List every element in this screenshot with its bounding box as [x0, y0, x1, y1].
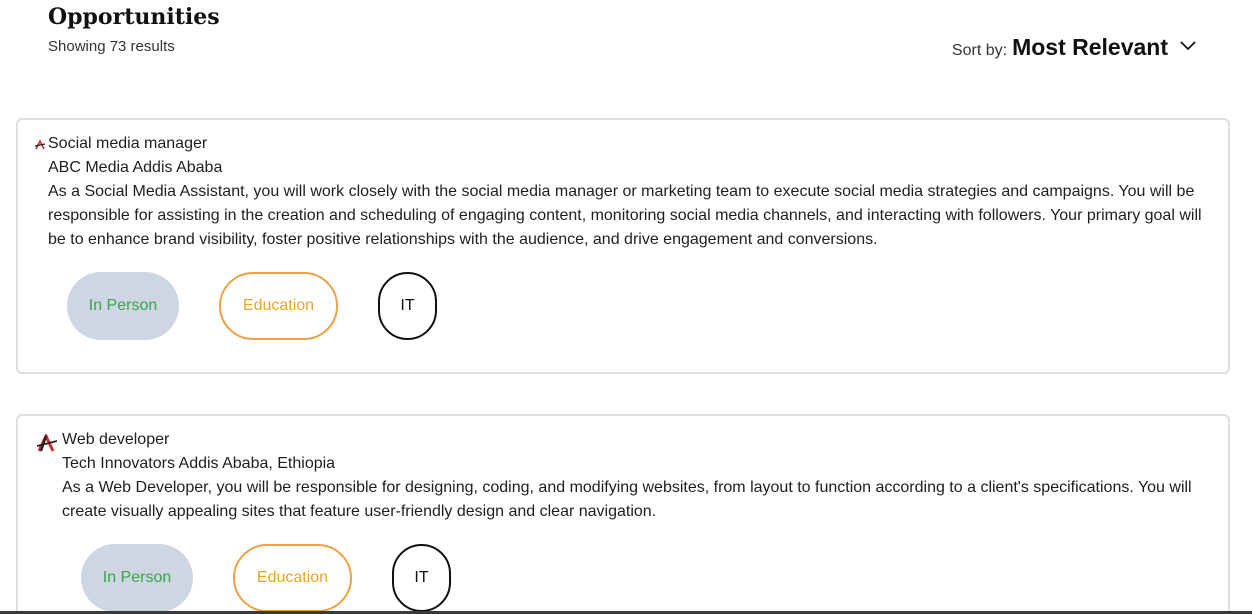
job-title[interactable]: Social media manager [48, 132, 1220, 156]
sort-value: Most Relevant [1012, 34, 1168, 60]
job-description: As a Social Media Assistant, you will wo… [48, 183, 1202, 248]
company-logo-icon [34, 137, 46, 155]
results-count: Showing 73 results [48, 38, 175, 55]
page-title: Opportunities [48, 4, 220, 30]
tag-in-person[interactable]: In Person [81, 544, 193, 612]
job-card[interactable]: Social media manager ABC Media Addis Aba… [16, 118, 1230, 374]
tag-education[interactable]: Education [219, 272, 338, 340]
job-title[interactable]: Web developer [62, 428, 1220, 452]
opportunities-page: Opportunities Showing 73 results Sort by… [0, 0, 1252, 614]
sort-label: Sort by: [951, 41, 1008, 59]
job-details: Web developer Tech Innovators Addis Abab… [62, 428, 1220, 524]
job-details: Social media manager ABC Media Addis Aba… [48, 132, 1220, 252]
job-description: As a Web Developer, you will be responsi… [62, 479, 1192, 520]
tag-in-person[interactable]: In Person [67, 272, 179, 340]
tag-it[interactable]: IT [378, 272, 437, 340]
job-card[interactable]: Web developer Tech Innovators Addis Abab… [16, 414, 1230, 614]
job-tags: In Person Education IT [81, 544, 491, 612]
company-logo-icon [36, 432, 58, 457]
sort-dropdown[interactable]: Sort by: Most Relevant [952, 34, 1196, 61]
tag-education[interactable]: Education [233, 544, 352, 612]
chevron-down-icon [1180, 39, 1196, 51]
job-company: Tech Innovators Addis Ababa, Ethiopia [62, 455, 336, 472]
tag-it[interactable]: IT [392, 544, 451, 612]
job-company: ABC Media Addis Ababa [48, 159, 223, 176]
job-tags: In Person Education IT [67, 272, 477, 340]
